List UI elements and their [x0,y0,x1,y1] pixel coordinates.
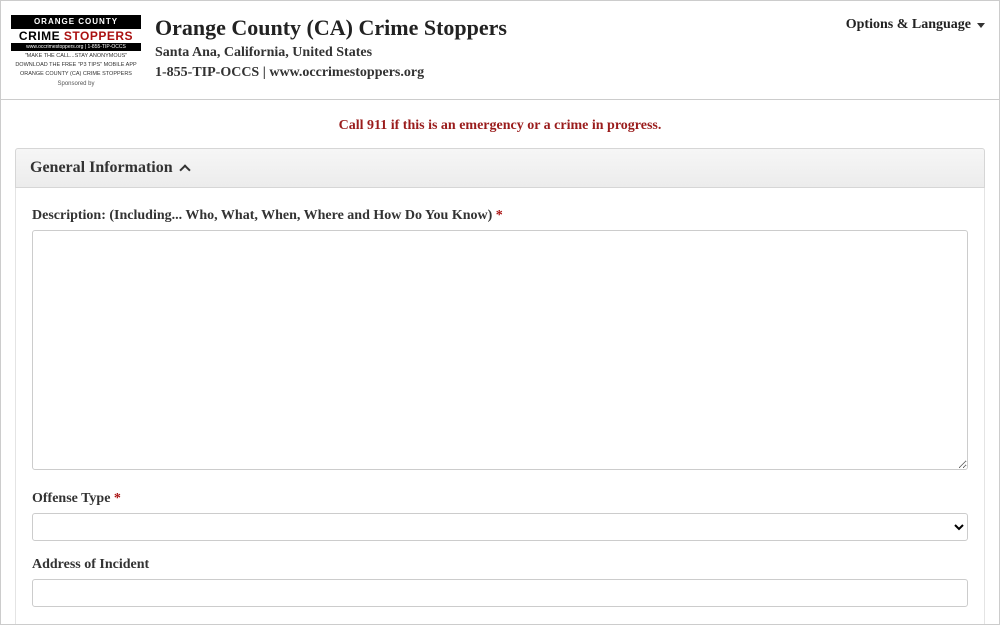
page-title: Orange County (CA) Crime Stoppers [155,15,842,41]
field-address: Address of Incident [32,557,968,607]
description-label-text: Description: (Including... Who, What, Wh… [32,208,492,223]
section-header-general-information[interactable]: General Information [15,148,985,188]
logo: ORANGE COUNTY CRIME STOPPERS www.occrime… [11,15,141,89]
logo-tagline-1: "MAKE THE CALL...STAY ANONYMOUS" [11,53,141,60]
address-input[interactable] [32,579,968,607]
logo-main-stoppers: STOPPERS [64,29,133,43]
description-input[interactable] [32,230,968,470]
header-website: www.occrimestoppers.org [269,65,424,80]
header-text: Orange County (CA) Crime Stoppers Santa … [155,15,842,81]
chevron-up-icon [179,164,190,175]
field-offense-type: Offense Type * [32,491,968,541]
logo-sponsor: Sponsored by [11,81,141,88]
offense-type-select[interactable] [32,513,968,541]
header: ORANGE COUNTY CRIME STOPPERS www.occrime… [1,1,999,100]
header-phone: 1-855-TIP-OCCS [155,65,259,80]
header-contact: 1-855-TIP-OCCS | www.occrimestoppers.org [155,65,842,81]
field-description: Description: (Including... Who, What, Wh… [32,208,968,475]
offense-type-label: Offense Type * [32,491,968,507]
required-marker: * [496,208,503,223]
logo-main: CRIME STOPPERS [11,29,141,43]
emergency-alert: Call 911 if this is an emergency or a cr… [1,100,999,148]
section-title: General Information [30,159,173,177]
logo-url-bar: www.occrimestoppers.org | 1-855-TIP-OCCS [11,43,141,51]
logo-main-crime: CRIME [19,29,64,43]
section-body: Description: (Including... Who, What, Wh… [15,188,985,625]
options-language-dropdown[interactable]: Options & Language [842,15,989,35]
page-subtitle: Santa Ana, California, United States [155,45,842,61]
offense-type-label-text: Offense Type [32,491,110,506]
logo-tagline-2: DOWNLOAD THE FREE "P3 TIPS" MOBILE APP [11,62,141,69]
page-container: ORANGE COUNTY CRIME STOPPERS www.occrime… [0,0,1000,625]
options-language-label: Options & Language [846,17,971,33]
logo-top-bar: ORANGE COUNTY [11,15,141,29]
header-separator: | [259,65,269,80]
logo-tagline-3: ORANGE COUNTY (CA) CRIME STOPPERS [11,71,141,78]
description-label: Description: (Including... Who, What, Wh… [32,208,968,224]
required-marker: * [114,491,121,506]
address-label: Address of Incident [32,557,968,573]
caret-down-icon [977,23,985,28]
form-wrap: General Information Description: (Includ… [1,148,999,625]
